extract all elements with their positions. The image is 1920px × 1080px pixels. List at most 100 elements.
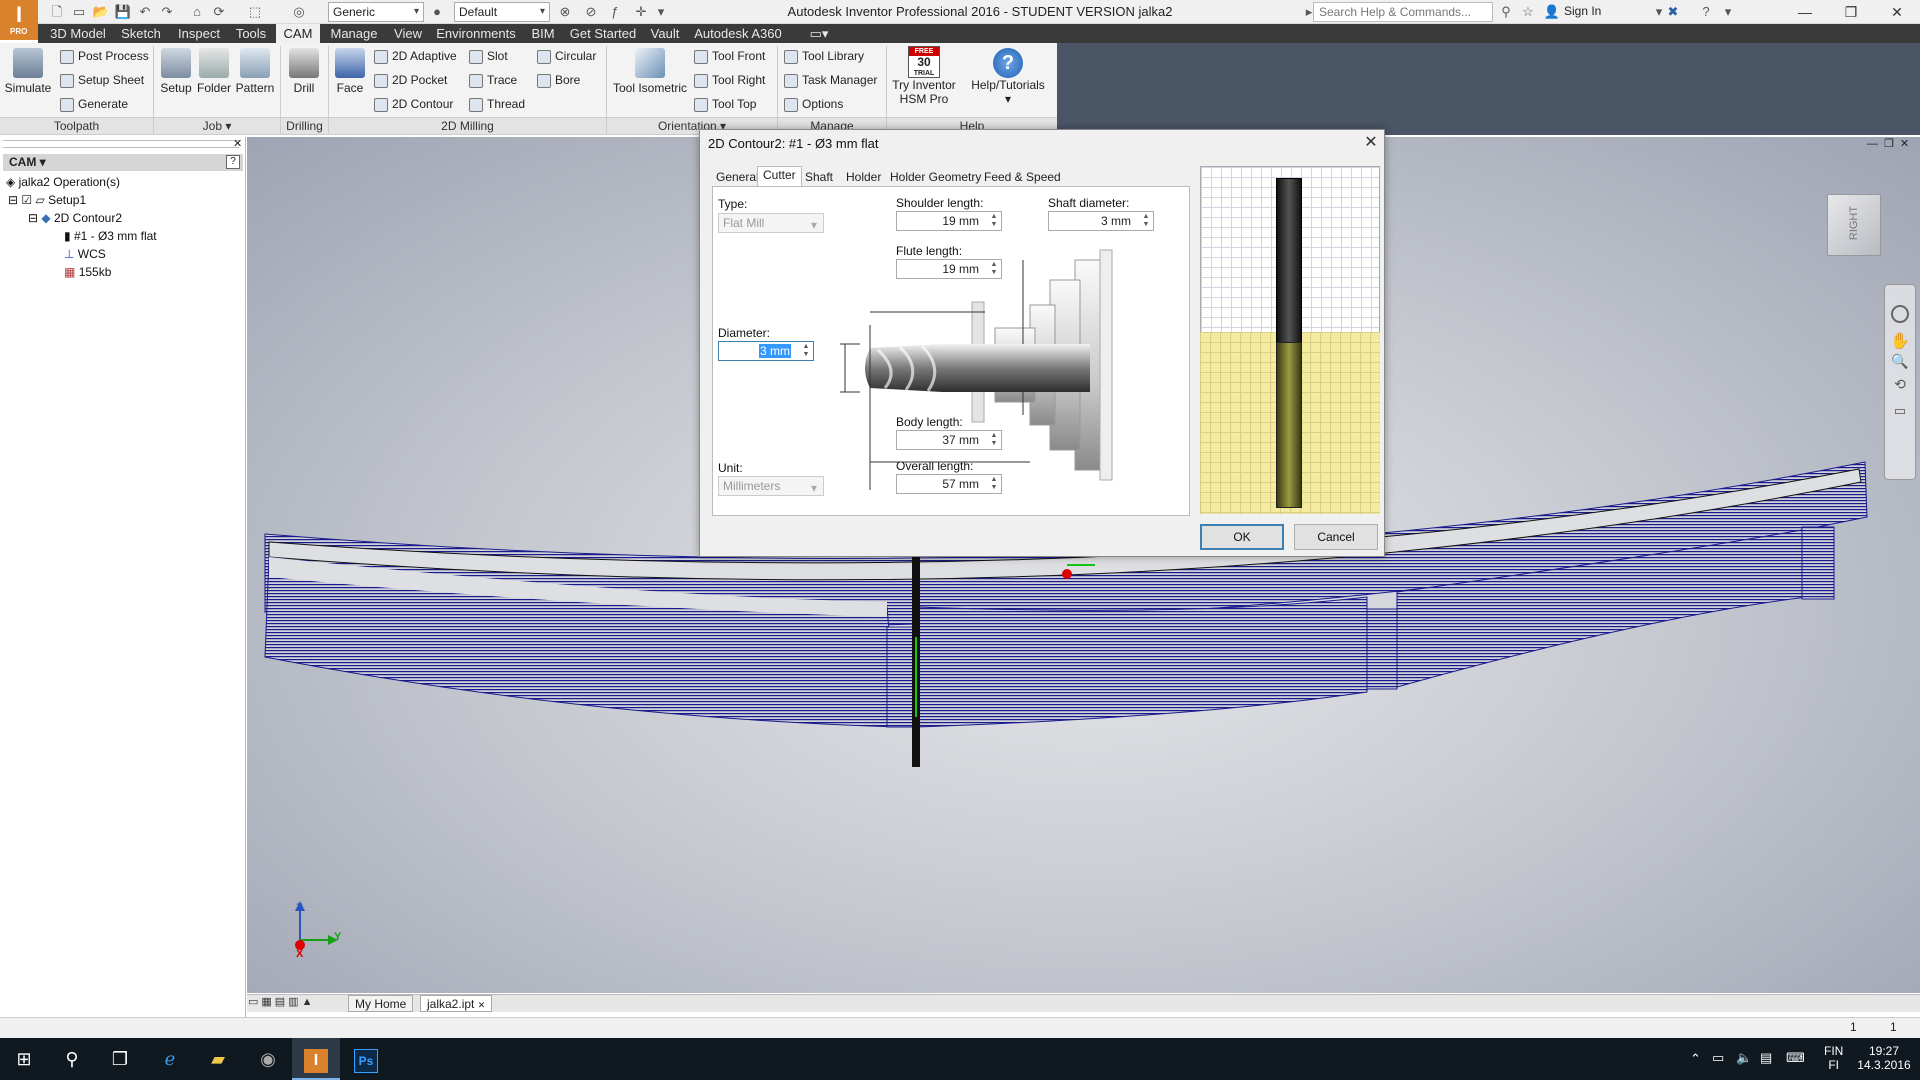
tab-get-started[interactable]: Get Started [566, 24, 640, 43]
tab-feed-speed[interactable]: Feed & Speed [978, 168, 1067, 186]
tree-item-wcs[interactable]: ⊥ WCS [64, 247, 106, 261]
new-file-icon[interactable]: 🗋 [48, 3, 66, 21]
notification-icon[interactable]: ▤ [1760, 1050, 1772, 1066]
pattern-button[interactable]: Pattern [233, 48, 277, 95]
type-select[interactable]: Flat Mill [718, 213, 824, 234]
setup-button[interactable]: Setup [157, 48, 195, 95]
browser-help-icon[interactable]: ? [226, 155, 240, 169]
doc-tab-close-icon[interactable]: ✕ [478, 1000, 486, 1010]
tab-vault[interactable]: Vault [644, 24, 686, 43]
navigation-bar[interactable]: ✋ 🔍 ⟲ ▭ [1884, 284, 1916, 480]
2d-pocket-button[interactable]: 2D Pocket [374, 73, 447, 88]
tool-top-button[interactable]: Tool Top [694, 97, 756, 112]
help-icon[interactable]: ? [1697, 3, 1715, 21]
tab-inspect[interactable]: Inspect [172, 24, 226, 43]
task-view-icon[interactable]: ❐ [96, 1038, 144, 1080]
browser-grip[interactable] [3, 140, 239, 148]
save-icon[interactable]: 💾 [114, 3, 132, 21]
tree-item-tool[interactable]: ▮ #1 - Ø3 mm flat [64, 229, 157, 243]
tab-cam[interactable]: CAM [276, 24, 320, 43]
collapse-icon[interactable]: ⊟ [28, 211, 38, 225]
doc-tab-my-home[interactable]: My Home [348, 995, 414, 1012]
home-icon[interactable]: ⌂ [188, 3, 206, 21]
file-explorer-icon[interactable]: ▰ [194, 1038, 242, 1080]
shoulder-length-input[interactable]: 19 mm ▲ ▼ [896, 211, 1002, 231]
open-file-icon[interactable]: ▭ [70, 3, 88, 21]
view-layout-icons[interactable]: ▭▦▤▥▲ [248, 995, 338, 1012]
zoom-icon[interactable]: 🔍 [1885, 353, 1915, 370]
cancel-button[interactable]: Cancel [1294, 524, 1378, 550]
browser-close-icon[interactable]: ✕ [233, 137, 242, 150]
checkbox-icon[interactable]: ☑ [21, 193, 32, 207]
tree-item-setup1[interactable]: ⊟ ☑ ▱ Setup1 [8, 193, 86, 207]
ribbon-display-icon[interactable]: ▭▾ [804, 24, 834, 43]
tab-view[interactable]: View [388, 24, 428, 43]
bore-button[interactable]: Bore [537, 73, 580, 88]
tree-item-stock[interactable]: ▦ 155kb [64, 265, 111, 279]
internet-explorer-icon[interactable]: ℯ [146, 1038, 194, 1080]
diameter-input[interactable]: 3 mm ▲ ▼ [718, 341, 814, 361]
shaft-diameter-input[interactable]: 3 mm ▲ ▼ [1048, 211, 1154, 231]
update-icon[interactable]: ⟳ [210, 3, 228, 21]
panel-job[interactable]: Job ▾ [154, 117, 280, 134]
doc-tab-jalka2[interactable]: jalka2.ipt ✕ [420, 995, 493, 1012]
open-folder-icon[interactable]: 📂 [92, 3, 110, 21]
tree-item-operations[interactable]: ◈ jalka2 Operation(s) [6, 175, 120, 189]
tab-holder[interactable]: Holder [840, 168, 887, 186]
help-search-input[interactable]: Search Help & Commands... [1313, 2, 1493, 22]
undo-icon[interactable]: ↶ [136, 3, 154, 21]
tab-tools[interactable]: Tools [230, 24, 272, 43]
ok-button[interactable]: OK [1200, 524, 1284, 550]
keyboard-icon[interactable]: ⌨ [1786, 1050, 1805, 1066]
minimize-icon[interactable]: — [1782, 0, 1828, 24]
network-icon[interactable]: ▭ [1712, 1050, 1724, 1066]
appearance-icon[interactable]: ● [428, 3, 446, 21]
steering-wheel-icon[interactable] [1891, 305, 1909, 323]
tab-shaft[interactable]: Shaft [799, 168, 839, 186]
input-language[interactable]: FIN FI [1824, 1044, 1843, 1072]
material-combo[interactable]: Generic [328, 2, 424, 22]
tree-item-2d-contour2[interactable]: ⊟ ◆ 2D Contour2 [28, 211, 122, 225]
sign-in-link[interactable]: Sign In [1564, 4, 1601, 18]
help-tutorials-button[interactable]: ? Help/Tutorials ▾ [964, 48, 1052, 106]
setup-sheet-button[interactable]: Setup Sheet [60, 73, 144, 88]
shoulder-length-spinner[interactable]: ▲ ▼ [988, 213, 1000, 229]
tab-cutter[interactable]: Cutter [757, 166, 802, 186]
tab-holder-geometry[interactable]: Holder Geometry [884, 168, 987, 186]
tool-front-button[interactable]: Tool Front [694, 49, 765, 64]
drill-button[interactable]: Drill [284, 48, 324, 95]
diameter-spinner[interactable]: ▲ ▼ [800, 343, 812, 359]
unit-select[interactable]: Millimeters [718, 476, 824, 497]
material-icon[interactable]: ◎ [290, 3, 308, 21]
help-dropdown-icon[interactable]: ▾ [1719, 3, 1737, 21]
options-button[interactable]: Options [784, 97, 843, 112]
tool-isometric-button[interactable]: Tool Isometric [610, 48, 690, 95]
app-icon[interactable]: ◉ [244, 1038, 292, 1080]
thread-button[interactable]: Thread [469, 97, 525, 112]
folder-button[interactable]: Folder [195, 48, 233, 95]
tab-manage[interactable]: Manage [324, 24, 384, 43]
clear-appearance-icon[interactable]: ⊗ [556, 3, 574, 21]
simulate-button[interactable]: Simulate [4, 48, 52, 95]
collapse-icon[interactable]: ⊟ [8, 193, 18, 207]
binoculars-icon[interactable]: ⚲ [1497, 3, 1515, 21]
post-process-button[interactable]: Post Process [60, 49, 149, 64]
tool-right-button[interactable]: Tool Right [694, 73, 765, 88]
restore-icon[interactable]: ❐ [1828, 0, 1874, 24]
photoshop-icon[interactable]: Ps [342, 1038, 390, 1080]
tray-chevron-icon[interactable]: ⌃ [1690, 1051, 1701, 1067]
tool-library-button[interactable]: Tool Library [784, 49, 864, 64]
clock[interactable]: 19:27 14.3.2016 [1856, 1044, 1912, 1072]
start-icon[interactable]: ⊞ [0, 1038, 48, 1080]
circular-button[interactable]: Circular [537, 49, 596, 64]
tab-autodesk-a360[interactable]: Autodesk A360 [690, 24, 786, 43]
look-at-icon[interactable]: ▭ [1885, 403, 1915, 419]
tab-sketch[interactable]: Sketch [114, 24, 168, 43]
volume-icon[interactable]: 🔈 [1736, 1050, 1752, 1066]
dialog-close-icon[interactable]: ✕ [1360, 132, 1382, 154]
fx-icon[interactable]: ƒ [606, 3, 624, 21]
generate-button[interactable]: Generate [60, 97, 128, 112]
2d-adaptive-button[interactable]: 2D Adaptive [374, 49, 457, 64]
app-logo[interactable]: I PRO [0, 0, 38, 40]
redo-icon[interactable]: ↷ [158, 3, 176, 21]
